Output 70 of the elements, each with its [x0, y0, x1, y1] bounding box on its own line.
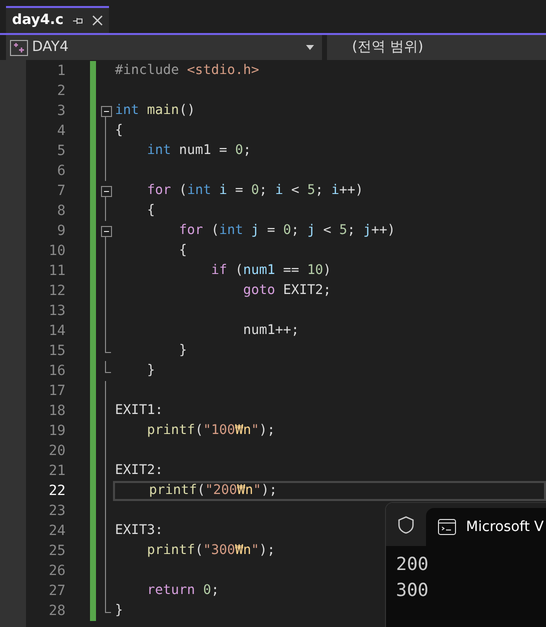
project-dropdown[interactable]: DAY4	[6, 35, 322, 60]
close-icon[interactable]	[92, 15, 103, 26]
terminal-icon	[438, 519, 456, 535]
collapse-icon[interactable]	[100, 226, 112, 236]
code-line: {	[115, 122, 124, 140]
line-number: 9	[57, 222, 66, 240]
fold-end-line	[105, 601, 111, 613]
code-line: {	[178, 242, 188, 260]
line-number: 22	[48, 482, 66, 500]
line-number: 2	[57, 82, 66, 100]
line-number: 20	[48, 442, 66, 460]
fold-end-line	[105, 341, 111, 353]
line-number: 3	[57, 102, 66, 120]
code-line: return 0;	[146, 582, 220, 600]
code-line: goto EXIT2;	[242, 282, 332, 300]
line-number: 17	[48, 382, 66, 400]
line-number: 18	[48, 402, 66, 420]
collapse-icon[interactable]	[100, 106, 112, 116]
shield-icon[interactable]	[398, 516, 414, 534]
code-line: for (int i = 0; i < 5; i++)	[146, 182, 364, 200]
line-number: 24	[48, 522, 66, 540]
line-number: 5	[57, 142, 66, 160]
code-line: }	[115, 602, 124, 620]
line-number: 11	[48, 262, 66, 280]
line-number: 6	[57, 162, 66, 180]
line-number: 10	[48, 242, 66, 260]
tab-title: day4.c	[12, 11, 64, 30]
fold-end-line	[105, 361, 111, 373]
line-number: 4	[57, 122, 66, 140]
code-line: printf("300₩n");	[146, 542, 276, 560]
line-number: 1	[57, 62, 66, 80]
line-number: 21	[48, 462, 66, 480]
fold-line	[105, 201, 106, 221]
line-number: 25	[48, 542, 66, 560]
line-number: 7	[57, 182, 66, 200]
line-number: 8	[57, 202, 66, 220]
code-line: }	[178, 342, 188, 360]
console-tab[interactable]: Microsoft V	[426, 508, 546, 546]
code-line: num1++;	[242, 322, 300, 340]
console-title: Microsoft V	[466, 518, 544, 536]
code-line: printf("100₩n");	[146, 422, 276, 440]
code-line: }	[146, 362, 156, 380]
line-number: 26	[48, 562, 66, 580]
line-number: 15	[48, 342, 66, 360]
collapse-icon[interactable]	[100, 186, 112, 196]
line-number: 27	[48, 582, 66, 600]
line-number: 23	[48, 502, 66, 520]
project-name: DAY4	[32, 38, 70, 57]
code-line: EXIT1:	[115, 402, 164, 420]
file-tab[interactable]: day4.c	[6, 6, 109, 33]
caret-icon	[306, 45, 314, 50]
line-number: 13	[48, 302, 66, 320]
code-line: int main()	[115, 102, 196, 120]
line-number: 12	[48, 282, 66, 300]
console-output-line: 300	[396, 579, 430, 603]
line-number: 28	[48, 602, 66, 620]
code-line: for (int j = 0; j < 5; j++)	[178, 222, 396, 240]
code-line: if (num1 == 10)	[210, 262, 332, 280]
code-line: EXIT2:	[115, 462, 164, 480]
line-number: 14	[48, 322, 66, 340]
code-line: #include <stdio.h>	[115, 62, 260, 80]
line-number: 16	[48, 362, 66, 380]
scope-dropdown[interactable]: (전역 범위)	[327, 35, 546, 60]
project-icon	[10, 40, 28, 56]
code-line: printf("200₩n");	[148, 482, 278, 500]
code-line: int num1 = 0;	[146, 142, 252, 160]
code-line: {	[146, 202, 156, 220]
console-output-line: 200	[396, 553, 430, 577]
code-line: EXIT3:	[115, 522, 164, 540]
line-number: 19	[48, 422, 66, 440]
